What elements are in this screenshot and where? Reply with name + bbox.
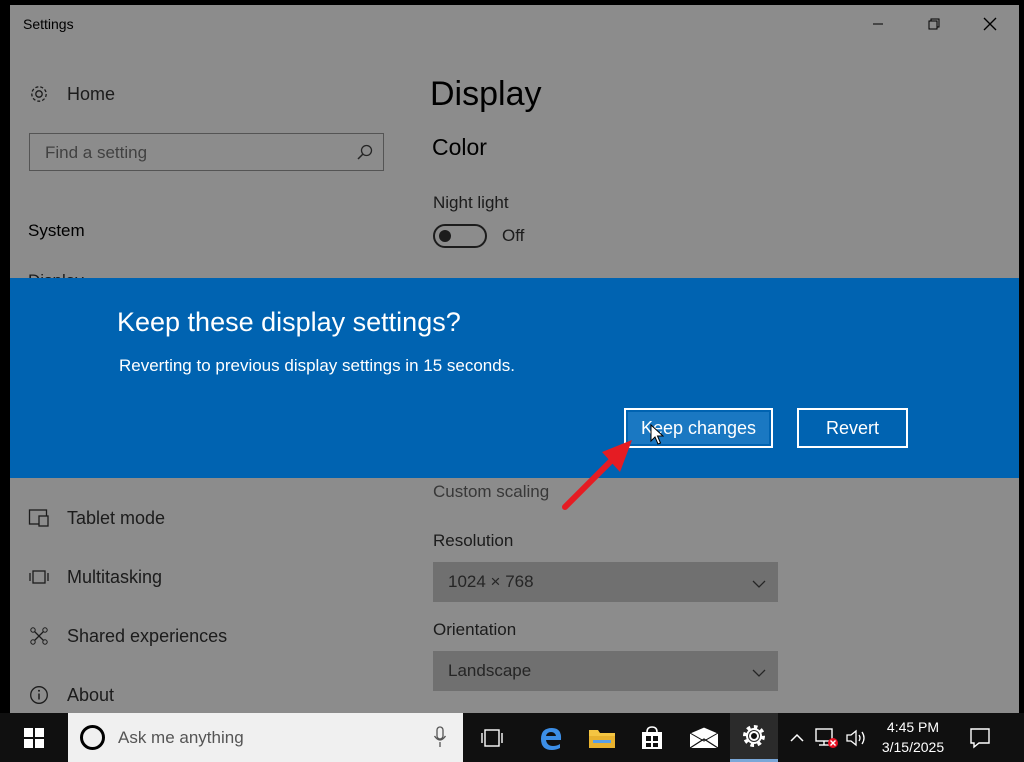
cortana-placeholder: Ask me anything xyxy=(118,728,244,747)
gear-icon xyxy=(743,725,765,747)
cortana-search-box[interactable]: Ask me anything xyxy=(68,713,463,762)
revert-button[interactable]: Revert xyxy=(797,408,908,448)
file-explorer-button[interactable] xyxy=(580,713,624,762)
task-view-icon xyxy=(481,728,503,747)
store-button[interactable] xyxy=(630,713,674,762)
notification-icon xyxy=(970,727,990,748)
clock-time: 4:45 PM xyxy=(886,719,940,735)
annotation-arrow-icon xyxy=(562,440,632,510)
taskbar: Ask me anything 4:45 PM 3/15/2025 xyxy=(0,713,1024,762)
network-disconnected-icon xyxy=(815,727,838,748)
microphone-icon[interactable] xyxy=(433,726,447,753)
mail-button[interactable] xyxy=(682,713,726,762)
network-status-button[interactable] xyxy=(812,713,842,762)
mail-icon xyxy=(689,726,719,749)
action-center-button[interactable] xyxy=(958,713,1002,762)
edge-browser-button[interactable] xyxy=(528,713,574,762)
windows-logo-icon xyxy=(24,727,44,748)
start-button[interactable] xyxy=(0,713,68,762)
volume-button[interactable] xyxy=(844,713,870,762)
keep-display-settings-dialog: Keep these display settings? Reverting t… xyxy=(10,278,1019,478)
settings-taskbar-button[interactable] xyxy=(730,713,778,762)
taskbar-clock[interactable]: 4:45 PM 3/15/2025 xyxy=(872,717,954,757)
store-icon xyxy=(642,725,662,749)
chevron-up-icon xyxy=(790,733,804,742)
folder-icon xyxy=(589,729,615,748)
keep-changes-button[interactable]: Keep changes xyxy=(624,408,773,448)
volume-icon xyxy=(846,729,865,746)
edge-icon xyxy=(541,727,562,750)
task-view-button[interactable] xyxy=(468,713,516,762)
dialog-heading: Keep these display settings? xyxy=(117,307,461,337)
clock-date: 3/15/2025 xyxy=(881,739,945,755)
show-hidden-icons-button[interactable] xyxy=(786,713,808,762)
cortana-icon xyxy=(80,725,105,750)
dialog-message: Reverting to previous display settings i… xyxy=(119,356,515,375)
mouse-cursor-icon xyxy=(650,424,664,445)
